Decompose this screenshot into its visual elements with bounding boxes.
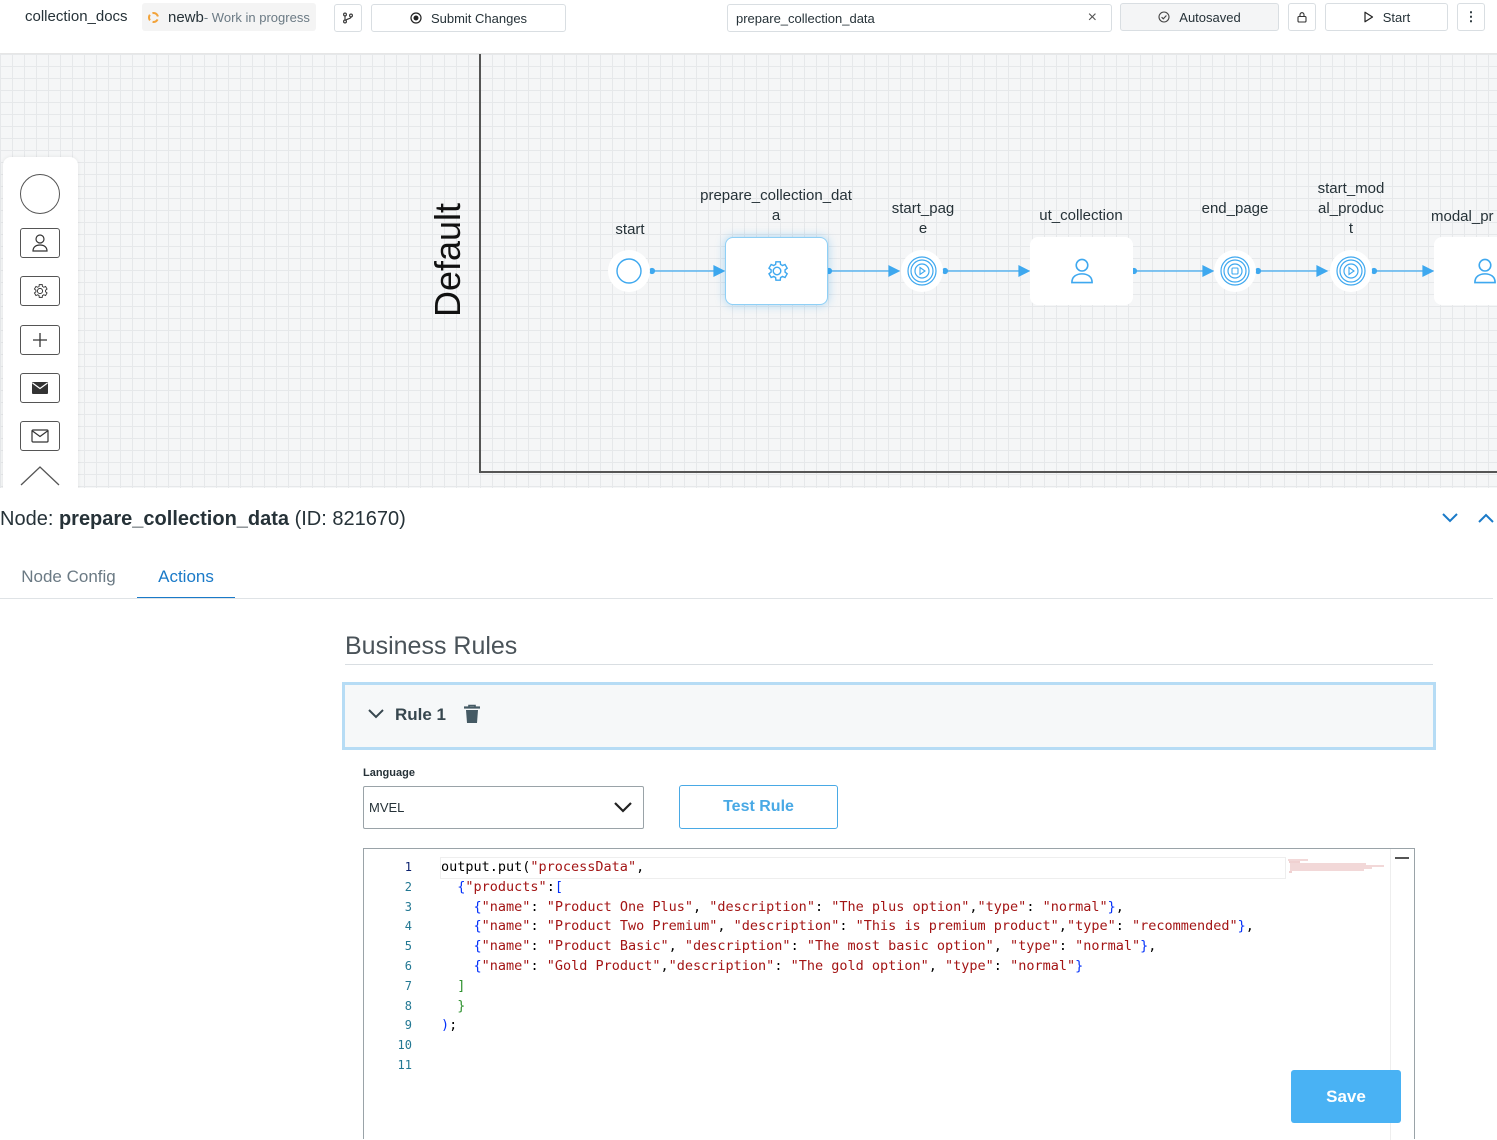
- start-modal-product-event[interactable]: [1330, 250, 1372, 292]
- chevron-down-icon[interactable]: [367, 708, 385, 720]
- play-circle-icon: [907, 256, 937, 286]
- language-label: Language: [363, 767, 415, 779]
- user-icon: [1474, 258, 1496, 284]
- autosaved-button[interactable]: Autosaved: [1120, 3, 1279, 31]
- code-line: );: [441, 1017, 458, 1034]
- git-branch-icon: [343, 12, 353, 24]
- tab-node-config[interactable]: Node Config: [0, 556, 137, 598]
- user-task-ut-collection[interactable]: [1030, 237, 1133, 305]
- service-task-prepare[interactable]: [725, 237, 828, 305]
- node-title: Node: prepare_collection_data (ID: 82167…: [0, 508, 406, 530]
- start-button[interactable]: Start: [1325, 3, 1448, 31]
- play-icon: [1364, 11, 1373, 23]
- start-event-circle-icon: [616, 258, 642, 284]
- more-menu-button[interactable]: ⋮: [1457, 3, 1485, 31]
- rule-label: Rule 1: [395, 705, 447, 724]
- scroll-thumb[interactable]: [1395, 857, 1409, 859]
- check-circle-icon: [1158, 11, 1170, 23]
- process-canvas[interactable]: Default start prepare_collection_data st…: [0, 54, 1497, 488]
- code-line: {"name": "Product Two Premium", "descrip…: [473, 918, 1254, 935]
- branch-status: - Work in progress: [203, 9, 310, 25]
- rule-header[interactable]: Rule 1: [342, 682, 1436, 750]
- work-in-progress-icon: [148, 11, 159, 23]
- node-tabs: Node Config Actions: [0, 567, 1493, 599]
- save-button[interactable]: Save: [1291, 1070, 1401, 1123]
- top-bar: collection_docs newb - Work in progress …: [0, 0, 1497, 54]
- chevron-down-icon: [614, 802, 632, 813]
- code-editor[interactable]: 1 2 3 4 5 6 7 8 9 10 11 output.put("proc…: [363, 848, 1415, 1140]
- node-panel: Node: prepare_collection_data (ID: 82167…: [0, 488, 1497, 1140]
- chevron-down-icon[interactable]: [1441, 512, 1459, 524]
- submit-changes-label: Submit Changes: [430, 10, 528, 26]
- node-name: prepare_collection_data: [58, 508, 290, 530]
- test-rule-button[interactable]: Test Rule: [679, 785, 838, 829]
- submit-changes-button[interactable]: Submit Changes: [371, 4, 566, 32]
- trash-icon[interactable]: [463, 704, 481, 724]
- code-line: {"name": "Product One Plus", "descriptio…: [473, 898, 1124, 915]
- user-task-modal-pr[interactable]: [1434, 237, 1497, 305]
- code-line: }: [457, 997, 466, 1014]
- end-page-event[interactable]: [1214, 250, 1256, 292]
- code-line: {"products":[: [457, 878, 563, 895]
- node-label-start-modal-product: start_modal_product: [1317, 180, 1385, 237]
- node-label-end-page: end_page: [1201, 200, 1269, 217]
- code-line: {"name": "Product Basic", "description":…: [473, 938, 1157, 955]
- code-line: output.put("processData",: [440, 857, 1286, 879]
- user-icon: [1070, 258, 1093, 284]
- branch-button[interactable]: [334, 4, 362, 32]
- record-icon: [410, 12, 422, 24]
- section-divider: [345, 664, 1433, 665]
- node-label-prepare: prepare_collection_data: [700, 187, 852, 224]
- node-label-ut-collection: ut_collection: [1039, 207, 1123, 224]
- start-page-event[interactable]: [901, 250, 943, 292]
- code-content[interactable]: output.put("processData", {"products":[ …: [440, 857, 1441, 1076]
- line-numbers: 1 2 3 4 5 6 7 8 9 10 11: [397, 860, 412, 1072]
- clear-icon[interactable]: ×: [1088, 9, 1097, 27]
- chevron-up-icon[interactable]: [1477, 512, 1495, 524]
- section-title: Business Rules: [345, 632, 518, 660]
- autosaved-label: Autosaved: [1179, 9, 1241, 25]
- lock-button[interactable]: [1288, 3, 1316, 31]
- language-value: MVEL: [369, 800, 405, 815]
- code-line: {"name": "Gold Product","description": "…: [473, 957, 1084, 974]
- gear-icon: [767, 261, 788, 281]
- node-label-start: start: [615, 221, 645, 238]
- start-event[interactable]: [608, 250, 650, 292]
- code-line: ]: [457, 977, 466, 994]
- branch-badge[interactable]: newb - Work in progress: [142, 3, 316, 31]
- lock-icon: [1297, 12, 1307, 23]
- node-id: (ID: 821670): [294, 508, 406, 530]
- search-input[interactable]: prepare_collection_data ×: [727, 4, 1112, 32]
- editor-minimap[interactable]: [1286, 858, 1388, 878]
- language-select[interactable]: MVEL: [363, 786, 644, 829]
- branch-name: newb: [168, 8, 204, 26]
- more-vertical-icon: ⋮: [1464, 9, 1478, 24]
- node-label-start-page: start_page: [891, 200, 955, 237]
- stop-circle-icon: [1220, 256, 1250, 286]
- project-name[interactable]: collection_docs: [25, 8, 128, 25]
- search-value: prepare_collection_data: [736, 10, 875, 26]
- tab-actions[interactable]: Actions: [137, 556, 235, 598]
- node-label-modal-pr: modal_pr: [1431, 208, 1494, 225]
- play-circle-icon: [1336, 256, 1366, 286]
- start-label: Start: [1382, 9, 1411, 25]
